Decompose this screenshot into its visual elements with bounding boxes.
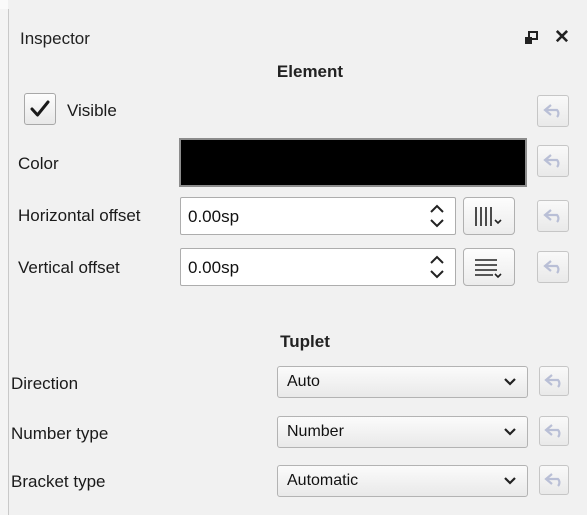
number-type-label: Number type (11, 424, 109, 443)
reset-bracket-type-button[interactable] (539, 465, 569, 495)
chevron-down-icon (504, 428, 516, 436)
color-swatch[interactable] (179, 138, 527, 187)
reset-vertical-offset-button[interactable] (537, 251, 569, 283)
number-type-value[interactable]: Number (287, 423, 344, 441)
reset-icon (544, 374, 561, 388)
vertical-offset-value[interactable]: 0.00sp (188, 258, 239, 278)
reset-icon (543, 260, 560, 274)
visible-checkbox[interactable] (24, 93, 56, 125)
section-title-element: Element (276, 62, 344, 81)
bracket-type-label: Bracket type (11, 472, 106, 491)
direction-label: Direction (11, 374, 79, 393)
panel-border (8, 9, 9, 515)
reset-icon (543, 104, 560, 118)
reset-color-button[interactable] (537, 145, 569, 177)
reset-horizontal-offset-button[interactable] (537, 200, 569, 232)
horizontal-offset-spinbox[interactable]: 0.00sp (180, 197, 456, 235)
undock-icon[interactable] (524, 31, 538, 45)
horizontal-offset-label: Horizontal offset (18, 206, 141, 225)
panel-title: Inspector (20, 29, 90, 48)
reset-visible-button[interactable] (537, 95, 569, 127)
reset-icon (544, 424, 561, 438)
reset-icon (543, 154, 560, 168)
color-label: Color (18, 154, 59, 173)
vertical-align-icon (475, 259, 502, 279)
reset-icon (544, 473, 561, 487)
chevron-down-icon (504, 378, 516, 386)
direction-dropdown[interactable]: Auto (277, 366, 528, 398)
horizontal-align-icon (475, 207, 502, 226)
checkmark-icon (30, 100, 50, 117)
horizontal-offset-value[interactable]: 0.00sp (188, 207, 239, 227)
direction-value[interactable]: Auto (287, 373, 320, 391)
number-type-dropdown[interactable]: Number (277, 416, 528, 448)
spin-arrows-icon[interactable] (429, 254, 445, 280)
bracket-type-value[interactable]: Automatic (287, 472, 358, 490)
spin-arrows-icon[interactable] (429, 203, 445, 229)
reset-icon (543, 209, 560, 223)
horizontal-align-button[interactable] (463, 197, 515, 235)
reset-number-type-button[interactable] (539, 416, 569, 446)
vertical-offset-spinbox[interactable]: 0.00sp (180, 248, 456, 286)
vertical-align-button[interactable] (463, 248, 515, 286)
section-title-tuplet: Tuplet (280, 332, 330, 351)
chevron-down-icon (504, 477, 516, 485)
vertical-offset-label: Vertical offset (18, 258, 120, 277)
reset-direction-button[interactable] (539, 366, 569, 396)
visible-label[interactable]: Visible (67, 101, 117, 121)
bracket-type-dropdown[interactable]: Automatic (277, 465, 528, 497)
close-icon[interactable]: ✕ (554, 28, 570, 48)
